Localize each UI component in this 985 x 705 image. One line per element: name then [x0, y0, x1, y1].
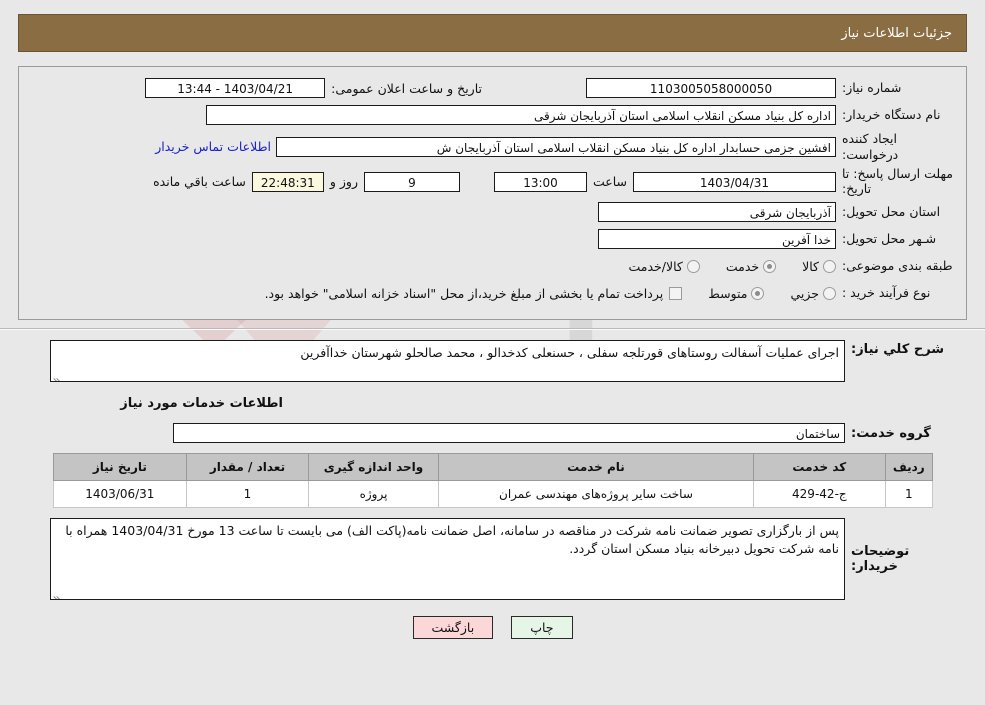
footer-button-bar: چاپ بازگشت: [30, 616, 955, 639]
process-option-jozi[interactable]: جزیي: [790, 286, 836, 301]
service-group-label: گروه خدمت:: [851, 425, 931, 441]
print-button[interactable]: چاپ: [511, 616, 573, 639]
row-category: طبقه بندی موضوعی: کالا خدمت کالا/خدمت: [31, 255, 954, 277]
row-need-number: شماره نیاز: 1103005058000050 تاریخ و ساع…: [31, 77, 954, 99]
page-title-bar: جزئیات اطلاعات نیاز: [18, 14, 967, 52]
buyer-org-label: نام دستگاه خریدار:: [842, 107, 941, 123]
page-root: جزئیات اطلاعات نیاز شماره نیاز: 11030050…: [0, 14, 985, 643]
back-button[interactable]: بازگشت: [412, 616, 494, 639]
radio-icon[interactable]: [686, 259, 700, 273]
request-creator-field: افشین جزمی حسابدار اداره کل بنیاد مسکن ا…: [276, 136, 836, 157]
buyer-notes-label: توضیحات خریدار:: [851, 544, 910, 574]
th-quantity: تعداد / مقدار: [186, 453, 309, 481]
announce-date-field: 1403/04/21 - 13:44: [145, 78, 326, 98]
need-number-label: شماره نیاز:: [842, 80, 902, 96]
resize-grip-icon[interactable]: [53, 370, 63, 381]
category-option-label: کالا: [802, 258, 819, 274]
row-city: شـهر محل تحویل: خدا آفرین: [31, 228, 954, 250]
request-creator-label: ایجاد کننده درخواست:: [842, 131, 899, 162]
cell-radif: 1: [885, 480, 933, 508]
category-option-label: کالا/خدمت: [628, 258, 683, 274]
general-description-value: اجرای عملیات آسفالت روستاهای قورتلجه سفل…: [300, 345, 839, 360]
process-radio-group: جزیي متوسط: [682, 286, 836, 301]
services-table-wrapper: ردیف کد خدمت نام خدمت واحد اندازه گیری ت…: [30, 453, 955, 508]
buyer-org-field: اداره کل بنیاد مسکن انقلاب اسلامی استان …: [206, 105, 836, 125]
row-request-creator: ایجاد کننده درخواست: افشین جزمی حسابدار …: [31, 131, 954, 162]
category-option-kala[interactable]: کالا: [802, 259, 836, 274]
page-title: جزئیات اطلاعات نیاز: [841, 25, 952, 41]
resize-grip-icon[interactable]: [53, 588, 63, 599]
category-option-kala-khedmat[interactable]: کالا/خدمت: [628, 258, 700, 274]
deadline-date-field: 1403/04/31: [633, 171, 836, 192]
cell-unit: پروژه: [307, 480, 440, 508]
process-option-label: متوسط: [708, 285, 748, 301]
row-process-type: نوع فرآیند خرید : جزیي متوسط پرداخت تمام…: [31, 282, 954, 304]
radio-icon-selected[interactable]: [751, 286, 765, 300]
buyer-notes-value: پس از بارگزاری تصویر ضمانت نامه شرکت در …: [65, 523, 839, 557]
category-radio-group: کالا خدمت کالا/خدمت: [602, 259, 836, 274]
deadline-label: مهلت ارسال پاسخ: تا تاریخ:: [842, 166, 953, 196]
th-service-name: نام خدمت: [438, 453, 754, 481]
remaining-days-label: روز و: [329, 174, 358, 190]
category-option-label: خدمت: [725, 258, 760, 274]
buyer-notes-textarea[interactable]: پس از بارگزاری تصویر ضمانت نامه شرکت در …: [50, 518, 845, 600]
row-buyer-notes: توضیحات خریدار: پس از بارگزاری تصویر ضما…: [30, 518, 955, 600]
need-details-section: شرح کلي نیاز: اجرای عملیات آسفالت روستاه…: [18, 330, 967, 643]
service-group-field: ساختمان: [173, 423, 845, 443]
treasury-checkbox[interactable]: [669, 286, 683, 300]
cell-service-name: ساخت سایر پروژه‌های مهندسی عمران: [438, 480, 754, 508]
process-type-label: نوع فرآیند خرید :: [842, 285, 931, 301]
announce-date-label: تاریخ و ساعت اعلان عمومی:: [331, 80, 482, 96]
row-province: استان محل تحویل: آذربایجان شرقی: [31, 201, 954, 223]
th-service-code: کد خدمت: [752, 453, 887, 481]
row-service-group: گروه خدمت: ساختمان: [30, 423, 955, 443]
province-label: استان محل تحویل:: [842, 204, 941, 220]
deadline-time-label: ساعت: [592, 174, 627, 190]
deadline-time-field: 13:00: [493, 171, 587, 192]
th-need-date: تاریخ نیاز: [52, 453, 188, 481]
remaining-suffix-label: ساعت باقي مانده: [153, 174, 246, 190]
cell-need-date: 1403/06/31: [52, 480, 188, 508]
treasury-note-text: پرداخت تمام یا بخشی از مبلغ خرید،از محل …: [264, 285, 664, 301]
table-header-row: ردیف کد خدمت نام خدمت واحد اندازه گیری ت…: [52, 453, 933, 481]
radio-icon-selected[interactable]: [763, 259, 777, 273]
cell-service-code: ج-42-429: [752, 480, 887, 508]
process-option-label: جزیي: [790, 285, 819, 301]
radio-icon[interactable]: [823, 286, 836, 300]
radio-icon[interactable]: [823, 259, 836, 273]
remaining-days-field: 9: [363, 171, 460, 192]
category-option-khedmat[interactable]: خدمت: [725, 258, 777, 274]
cell-quantity: 1: [186, 480, 309, 508]
table-row: 1 ج-42-429 ساخت سایر پروژه‌های مهندسی عم…: [52, 480, 933, 508]
services-table: ردیف کد خدمت نام خدمت واحد اندازه گیری ت…: [52, 453, 933, 508]
city-field: خدا آفرین: [598, 229, 836, 249]
row-deadline: مهلت ارسال پاسخ: تا تاریخ: 1403/04/31 سا…: [31, 167, 954, 196]
city-label: شـهر محل تحویل:: [842, 231, 937, 247]
buyer-contact-link[interactable]: اطلاعات تماس خریدار: [150, 139, 276, 154]
row-general-description: شرح کلي نیاز: اجرای عملیات آسفالت روستاه…: [30, 340, 955, 382]
province-field: آذربایجان شرقی: [598, 202, 836, 222]
need-number-field: 1103005058000050: [586, 78, 836, 98]
th-radif: ردیف: [885, 453, 933, 481]
general-description-label: شرح کلي نیاز:: [851, 342, 945, 357]
remaining-clock-field: 22:48:31: [251, 171, 324, 192]
process-option-motavaset[interactable]: متوسط: [708, 285, 765, 301]
category-label: طبقه بندی موضوعی:: [842, 258, 953, 274]
row-buyer-org: نام دستگاه خریدار: اداره کل بنیاد مسکن ا…: [31, 104, 954, 126]
need-info-panel: شماره نیاز: 1103005058000050 تاریخ و ساع…: [18, 66, 967, 320]
general-description-textarea[interactable]: اجرای عملیات آسفالت روستاهای قورتلجه سفل…: [50, 340, 845, 382]
services-section-title: اطلاعات خدمات مورد نیاز: [120, 396, 283, 411]
th-unit: واحد اندازه گیری: [307, 453, 440, 481]
